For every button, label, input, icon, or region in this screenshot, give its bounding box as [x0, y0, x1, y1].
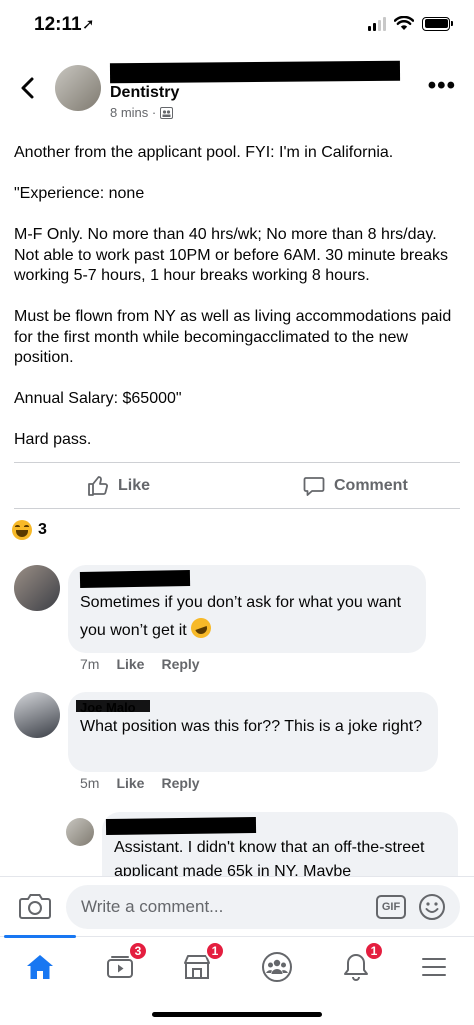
- laughing-emoji-icon: [188, 615, 215, 641]
- redacted-poster-name: [109, 60, 401, 84]
- comment-meta: 7m Like Reply: [80, 656, 200, 672]
- comment-reply-button[interactable]: Reply: [161, 775, 199, 791]
- comment-time: 7m: [80, 656, 100, 672]
- marketplace-badge: 1: [205, 941, 225, 961]
- reaction-count: 3: [38, 521, 47, 538]
- post-body: Another from the applicant pool. FYI: I'…: [14, 143, 460, 471]
- camera-icon[interactable]: [18, 891, 52, 921]
- location-arrow-icon: ➚: [82, 16, 95, 33]
- cellular-signal-icon: [368, 16, 386, 31]
- gif-button[interactable]: GIF: [376, 895, 406, 919]
- comment-bubble: Sometimes if you don’t ask for what you …: [68, 565, 426, 653]
- comment-like-button[interactable]: Like: [116, 775, 144, 791]
- post-time: 8 mins ·: [110, 105, 157, 120]
- group-name[interactable]: Dentistry: [110, 84, 179, 102]
- emoji-picker-icon[interactable]: [418, 893, 446, 921]
- haha-reaction-icon: [12, 520, 32, 540]
- post-paragraph: Annual Salary: $65000": [14, 390, 182, 407]
- comment-text: What position was this for?? This is a j…: [80, 718, 423, 735]
- comment-text: Sometimes if you don’t ask for what you …: [80, 594, 402, 641]
- more-options-button[interactable]: •••: [428, 74, 456, 98]
- back-arrow-icon[interactable]: [14, 74, 42, 102]
- comment-label: Comment: [334, 477, 408, 494]
- like-button[interactable]: Like: [86, 470, 150, 502]
- post-paragraph: "Experience: none: [14, 185, 145, 202]
- groups-icon: [262, 952, 292, 982]
- post-paragraph: Must be flown from NY as well as living …: [14, 308, 456, 366]
- speech-bubble-icon: [303, 477, 325, 496]
- reply-avatar[interactable]: [66, 818, 94, 846]
- tab-menu[interactable]: [412, 945, 456, 989]
- status-time: 12:11: [34, 14, 82, 35]
- commenter-avatar[interactable]: [14, 565, 60, 611]
- battery-icon: [422, 16, 453, 31]
- thumbs-up-icon: [88, 476, 108, 496]
- tab-groups[interactable]: [255, 945, 299, 989]
- comment-bubble: Joe Malo What position was this for?? Th…: [68, 692, 438, 772]
- watch-badge: 3: [128, 941, 148, 961]
- group-audience-icon: [160, 106, 174, 119]
- status-icons: [368, 16, 453, 31]
- comment-button[interactable]: Comment: [302, 470, 408, 502]
- comment-meta: 5m Like Reply: [80, 775, 200, 791]
- tab-home[interactable]: [18, 945, 62, 989]
- hamburger-menu-icon: [422, 958, 446, 976]
- notifications-badge: 1: [364, 941, 384, 961]
- wifi-icon: [394, 16, 414, 30]
- home-indicator: [152, 1012, 322, 1017]
- tab-watch[interactable]: 3: [98, 941, 148, 989]
- comment-like-button[interactable]: Like: [116, 656, 144, 672]
- divider: [14, 508, 460, 509]
- group-avatar[interactable]: [55, 65, 101, 111]
- divider: [14, 462, 460, 463]
- tab-marketplace[interactable]: 1: [175, 941, 225, 989]
- active-tab-indicator: [4, 935, 76, 938]
- post-paragraph: M-F Only. No more than 40 hrs/wk; No mor…: [14, 226, 453, 284]
- redacted-commenter-name: [105, 816, 257, 836]
- post-paragraph: Another from the applicant pool. FYI: I'…: [14, 144, 394, 161]
- reactions-summary[interactable]: 3: [12, 520, 47, 540]
- home-icon: [27, 955, 53, 979]
- commenter-avatar[interactable]: [14, 692, 60, 738]
- like-label: Like: [118, 477, 151, 494]
- comment-time: 5m: [80, 775, 100, 791]
- status-bar: 12:11 ➚: [0, 0, 474, 50]
- redacted-commenter-name: [79, 570, 191, 588]
- comment-composer: GIF: [0, 876, 474, 936]
- redacted-commenter-name: [76, 700, 150, 712]
- comment-reply-button[interactable]: Reply: [161, 656, 199, 672]
- post-header: Dentistry 8 mins · •••: [0, 60, 474, 120]
- post-paragraph: Hard pass.: [14, 431, 92, 448]
- tab-notifications[interactable]: 1: [334, 941, 384, 989]
- post-meta: 8 mins ·: [110, 105, 174, 120]
